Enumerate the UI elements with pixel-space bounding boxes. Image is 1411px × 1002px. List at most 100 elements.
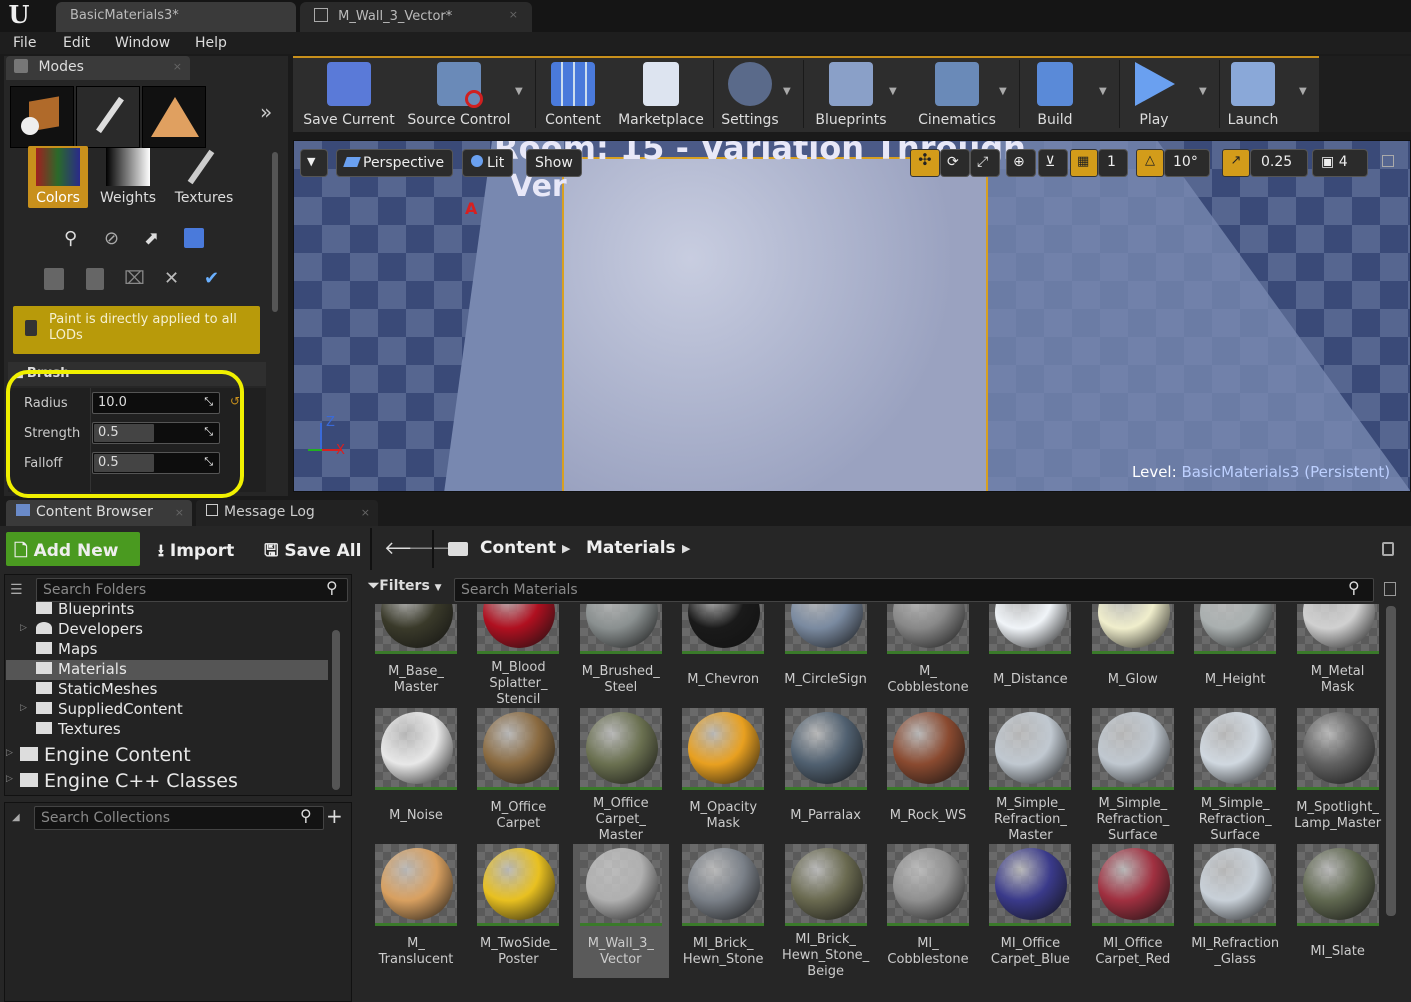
asset-tile[interactable]: MI_Brick_ Hewn_Stone_ Beige (778, 844, 874, 979)
maximize-viewport-icon[interactable] (1382, 155, 1394, 167)
colors-tool[interactable]: Colors (28, 146, 88, 208)
breadcrumb-chevron-icon[interactable]: ▶ (562, 542, 570, 555)
close-icon[interactable]: × (361, 506, 370, 519)
copy-icon[interactable] (44, 268, 64, 290)
breadcrumb-materials[interactable]: Materials (578, 532, 684, 566)
asset-tile[interactable]: M_ Translucent (368, 844, 464, 978)
unreal-logo[interactable]: U (4, 0, 34, 30)
chevron-down-icon[interactable]: ▼ (1199, 86, 1207, 97)
search-materials-input[interactable]: Search Materials (454, 578, 1374, 602)
asset-tile[interactable]: M_Metal Mask (1290, 604, 1382, 706)
asset-tile[interactable]: M_Height (1187, 604, 1283, 706)
tree-folder-textures[interactable]: Textures (36, 720, 121, 740)
chevron-down-icon[interactable]: ▼ (999, 86, 1007, 97)
lock-icon[interactable] (1382, 542, 1394, 556)
asset-tile[interactable]: M_Spotlight_ Lamp_Master (1290, 708, 1382, 842)
content-browser-tab[interactable]: Content Browser × (6, 500, 192, 526)
save-current-button[interactable]: Save Current (299, 58, 399, 130)
weights-tool[interactable]: Weights (98, 146, 158, 208)
chevron-down-icon[interactable]: ▼ (783, 86, 791, 97)
asset-tile[interactable]: MI_Brick_ Hewn_Stone (675, 844, 771, 978)
content-button[interactable]: Content (541, 58, 605, 130)
asset-tile[interactable]: M_TwoSide_ Poster (470, 844, 566, 978)
close-icon[interactable]: × (173, 60, 182, 73)
collapse-arrow-icon[interactable]: ◢ (12, 812, 20, 823)
asset-tile[interactable]: M_CircleSign (778, 604, 874, 706)
play-button[interactable]: Play (1123, 58, 1185, 130)
asset-tile[interactable]: M_Brushed_ Steel (573, 604, 669, 706)
asset-tile[interactable]: M_Opacity Mask (675, 708, 771, 842)
grid-snap-toggle[interactable]: ▦ (1070, 149, 1098, 177)
import-button[interactable]: ⭳ Import (150, 532, 242, 566)
camera-speed-button[interactable]: ▣ 4 (1312, 149, 1368, 177)
level-viewport[interactable]: Room: 15 - Variation Through Ver A ▼ Per… (293, 140, 1411, 492)
launch-button[interactable]: Launch (1221, 58, 1285, 130)
tree-folder-staticmeshes[interactable]: StaticMeshes (36, 680, 157, 700)
modes-tab[interactable]: Modes × (6, 56, 190, 80)
viewport-options-button[interactable]: ▼ (300, 149, 328, 177)
asset-tile[interactable]: M_Simple_ Refraction_ Surface (1085, 708, 1181, 843)
asset-tile[interactable]: M_Parralax (778, 708, 874, 842)
world-local-toggle[interactable]: ⊕ (1006, 149, 1036, 177)
asset-tile[interactable]: M_Distance (982, 604, 1078, 706)
breadcrumb-content[interactable]: Content (472, 532, 564, 566)
pick-icon[interactable]: ⚲ (64, 228, 88, 250)
asset-tile[interactable]: MI_Slate (1290, 844, 1382, 978)
tools-icon[interactable]: ✕ (164, 268, 188, 290)
save-search-icon[interactable] (1384, 582, 1396, 596)
asset-tile[interactable]: M_Rock_WS (880, 708, 976, 842)
lit-button[interactable]: Lit (462, 149, 514, 177)
asset-tile[interactable]: M_Office Carpet_ Master (573, 708, 669, 843)
place-mode-button[interactable] (10, 86, 74, 148)
tree-folder-developers[interactable]: ▷ Developers (20, 620, 143, 640)
chevron-down-icon[interactable]: ▼ (1099, 86, 1107, 97)
asset-tile[interactable]: M_Chevron (675, 604, 771, 706)
actor-marker[interactable]: A (465, 199, 477, 218)
chevron-down-icon[interactable]: ▼ (1299, 86, 1307, 97)
tree-toggle-icon[interactable]: ☰ (10, 582, 23, 598)
menu-window[interactable]: Window (115, 35, 170, 51)
save-icon[interactable] (184, 228, 204, 248)
message-log-tab[interactable]: Message Log × (196, 500, 378, 526)
menu-edit[interactable]: Edit (63, 35, 90, 51)
blueprints-button[interactable]: Blueprints (809, 58, 893, 130)
menu-file[interactable]: File (13, 35, 36, 51)
tab-basicmaterials3[interactable]: BasicMaterials3* (56, 2, 296, 32)
rotation-snap-dropdown[interactable]: 10° (1164, 149, 1210, 177)
tree-folder-blueprints[interactable]: Blueprints (36, 602, 134, 620)
tab-m-wall-3-vector[interactable]: M_Wall_3_Vector* × (300, 2, 532, 32)
paste-icon[interactable] (86, 268, 104, 290)
check-icon[interactable]: ✔ (204, 268, 228, 290)
tree-folder-suppliedcontent[interactable]: ▷ SuppliedContent (20, 700, 183, 720)
landscape-mode-button[interactable] (142, 86, 206, 148)
tree-engine-content[interactable]: ▷ Engine Content (6, 744, 191, 766)
search-collections-input[interactable]: Search Collections (34, 806, 324, 830)
asset-tile[interactable]: M_Simple_ Refraction_ Surface (1187, 708, 1283, 843)
asset-tile[interactable]: M_Blood Splatter_ Stencil (470, 604, 566, 707)
source-control-button[interactable]: Source Control (403, 58, 515, 130)
chevron-down-icon[interactable]: ▼ (515, 86, 523, 97)
asset-tile[interactable]: MI_ Cobblestone (880, 844, 976, 978)
asset-tile[interactable]: M_Wall_3_ Vector (572, 844, 669, 978)
breadcrumb-chevron-icon[interactable]: ▶ (682, 542, 690, 555)
asset-tile[interactable]: M_Glow (1085, 604, 1181, 706)
close-icon[interactable]: × (509, 8, 518, 21)
search-icon[interactable]: ⚲ (300, 806, 312, 825)
grid-size-dropdown[interactable]: 1 (1098, 149, 1128, 177)
add-collection-icon[interactable]: + (326, 804, 343, 828)
asset-tile[interactable]: M_Base_ Master (368, 604, 464, 706)
rotation-snap-toggle[interactable]: △ (1136, 149, 1164, 177)
expand-modes-icon[interactable]: » (260, 100, 272, 124)
paint-mode-button[interactable] (76, 86, 140, 148)
scale-tool[interactable]: ⤢ (970, 149, 1000, 177)
settings-button[interactable]: Settings (717, 58, 783, 130)
clear-icon[interactable]: ⌧ (124, 268, 148, 290)
filters-button[interactable]: ⏷Filters ▼ (368, 578, 442, 602)
search-folders-input[interactable]: Search Folders (36, 578, 348, 602)
tree-folder-maps[interactable]: Maps (36, 640, 97, 660)
scale-snap-dropdown[interactable]: 0.25 (1250, 149, 1308, 177)
export-icon[interactable]: ⬈ (144, 228, 168, 250)
asset-tile[interactable]: MI_Office Carpet_Blue (982, 844, 1078, 978)
asset-tile[interactable]: M_Noise (368, 708, 464, 842)
menu-help[interactable]: Help (195, 35, 227, 51)
